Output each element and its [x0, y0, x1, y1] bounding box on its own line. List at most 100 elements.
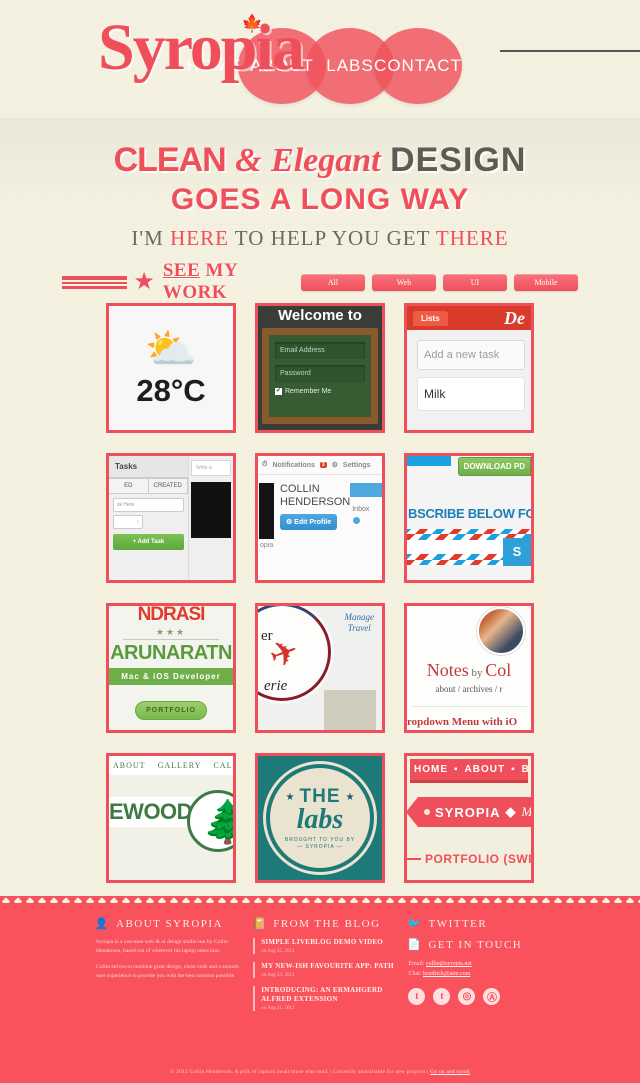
portfolio-item-tag[interactable]: HOME ▪ ABOUT ▪ BLO SYROPIA ◆ M PORTFOLIO… [404, 753, 534, 883]
labs-word: labs [296, 804, 344, 835]
portfolio-item-newsletter[interactable]: DOWNLOAD PD BSCRIBE BELOW FOR NEW S [404, 453, 534, 583]
footer-email-label: Email: [408, 961, 425, 967]
profile-topbar: ⏱ Notifications 3 ⚙ Settings [258, 456, 382, 475]
hero-im: I'M [131, 226, 171, 250]
site-header: HOME ABOUT LABS CONTACT Syropia 🍁 [0, 0, 640, 118]
portfolio-item-dev[interactable]: NDRASI ★★★ ARUNARATN Mac & iOS Developer… [106, 603, 236, 733]
blog-post-item[interactable]: SIMPLE LIVEBLOG DEMO VIDEO on Aug 25, 20… [253, 938, 396, 954]
pine-tree-icon: 🌲 [202, 797, 233, 847]
footer-getintouch-heading: 📄 GET IN TOUCH [407, 938, 544, 952]
work-title: SEE MY WORK [163, 260, 301, 304]
hero-line-2: GOES A LONG WAY [170, 183, 470, 216]
newsletter-submit-button: S [503, 538, 531, 566]
stripe-decoration [62, 275, 128, 289]
travel-manage-line1: Manage [344, 612, 375, 622]
profile-name-first: COLLIN [279, 483, 320, 495]
contact-card-icon: 📄 [407, 939, 423, 951]
blog-post-item[interactable]: MY NEW-ISH FAVOURITE APP: PATH on Aug 23… [253, 962, 396, 978]
portfolio-grid: ⛅ 28°C Welcome to Email Address Password… [0, 301, 640, 883]
dev-name-top: NDRASI [137, 604, 206, 625]
hero-amp: & [235, 142, 262, 179]
twitter-icon[interactable]: t [408, 988, 426, 1005]
notes-title-word: Notes [426, 660, 469, 680]
site-footer: 👤 ABOUT SYROPIA Syropia is a one-man web… [0, 896, 640, 1083]
footer-blog-heading: 📔 FROM THE BLOG [252, 917, 396, 931]
login-welcome-text: Welcome to [278, 307, 362, 324]
footer-blog-title: FROM THE BLOG [273, 917, 381, 930]
newsletter-blue-tab [407, 456, 451, 466]
password-field: Password [275, 365, 365, 382]
filter-mobile[interactable]: Mobile [514, 273, 578, 291]
dev-portfolio-button: PORTFOLIO [135, 701, 207, 720]
labs-brand: — SYROPIA — [297, 844, 343, 850]
work-title-see: SEE [162, 260, 201, 281]
tasks-note: Write a [191, 460, 231, 476]
sun-cloud-icon: ⛅ [144, 325, 198, 372]
filter-web[interactable]: Web [372, 273, 436, 291]
portfolio-item-todo[interactable]: Lists De Add a new task Milk [404, 303, 534, 433]
portfolio-item-profile[interactable]: ⏱ Notifications 3 ⚙ Settings COLLIN HEND… [255, 453, 385, 583]
star-icon: ★ [133, 268, 155, 295]
wood-menu: ABOUT GALLERY CALEND [109, 756, 233, 775]
footer-columns: 👤 ABOUT SYROPIA Syropia is a one-man web… [95, 917, 544, 1019]
wood-name: EWOOD [109, 799, 193, 824]
dribbble-icon[interactable]: ◎ [458, 988, 476, 1005]
footer-chat-line: Chat: kendrick@aim.com [408, 969, 544, 979]
nav-label-contact: CONTACT [374, 56, 462, 75]
tumblr-icon[interactable]: t [433, 988, 451, 1005]
portfolio-item-tasks[interactable]: Tasks ED CREATED sk Here ↕ + Add Task Wr… [106, 453, 236, 583]
newsletter-airmail-input: S [407, 529, 531, 566]
blog-post-title: MY NEW-ISH FAVOURITE APP: PATH [261, 962, 394, 970]
tag-portfolio-row: PORTFOLIO (SWIPE T [407, 852, 531, 866]
footer-about-para-2: Collin strives to combine great design, … [96, 964, 239, 979]
nav-item-contact[interactable]: CONTACT [374, 28, 462, 104]
dev-name-big: ARUNARATN [110, 642, 232, 664]
tag-script-text: M [521, 804, 533, 819]
filter-ui[interactable]: UI [443, 273, 507, 291]
notifications-label: Notifications [272, 461, 315, 469]
work-bar: ★ SEE MY WORK All Web UI Mobile [0, 260, 640, 304]
footer-twitter-heading: 🐦 TWITTER [407, 917, 544, 931]
header-rule [500, 50, 640, 52]
portfolio-filters: All Web UI Mobile [301, 273, 578, 291]
filter-all[interactable]: All [301, 273, 365, 291]
travel-word-2: erie [264, 678, 288, 694]
footer-twitter-title: TWITTER [428, 917, 488, 930]
labs-disc: ★ THE ★ labs BROUGHT TO YOU BY — SYROPIA… [266, 764, 374, 872]
tasks-seg-ed: ED [109, 478, 149, 494]
site-logo[interactable]: Syropia 🍁 [98, 10, 305, 86]
footer-blog-column: 📔 FROM THE BLOG SIMPLE LIVEBLOG DEMO VID… [252, 917, 396, 1019]
newsletter-headline: BSCRIBE BELOW FOR NEW [408, 506, 531, 521]
portfolio-item-labs[interactable]: ★ THE ★ labs BROUGHT TO YOU BY — SYROPIA… [255, 753, 385, 883]
portfolio-item-notes[interactable]: Notes by Col about / archives / r ropdow… [404, 603, 534, 733]
footer-about-para-1: Syropia is a one-man web & ui design stu… [96, 939, 228, 954]
tag-row: SYROPIA ◆ M [407, 797, 531, 827]
portfolio-item-weather[interactable]: ⛅ 28°C [106, 303, 236, 433]
hero-clean: CLEAN [113, 141, 227, 179]
scroll-link[interactable]: Go on and scroll [430, 1069, 470, 1075]
remember-me-label: Remember Me [285, 388, 332, 395]
portfolio-item-travel[interactable]: er ✈ erie Manage Travel [255, 603, 385, 733]
profile-footer: opia [260, 542, 274, 549]
appnet-icon[interactable]: Ⓐ [483, 988, 501, 1005]
notes-divider [411, 706, 527, 707]
todo-topbar: Lists De [407, 306, 531, 330]
dev-stars-icon: ★★★ [155, 627, 187, 637]
tasks-right-pane: Write a [189, 456, 233, 580]
portfolio-item-login[interactable]: Welcome to Email Address Password ✔ Reme… [255, 303, 385, 433]
travel-manage-line2: Travel [347, 623, 371, 633]
blog-post-item[interactable]: INTRODUCING: AN ERMAHGERD ALFRED EXTENSI… [253, 986, 396, 1011]
wood-menu-gallery: GALLERY [157, 761, 202, 770]
tag-menu-blog: BLO [521, 764, 531, 775]
blog-post-date: on Aug 21, 2012 [261, 1006, 295, 1011]
book-icon: 📔 [252, 918, 268, 930]
portfolio-item-wood[interactable]: ABOUT GALLERY CALEND EWOOD 🌲 [106, 753, 236, 883]
download-pdf-button: DOWNLOAD PD [457, 457, 531, 476]
twitter-bird-icon: 🐦 [407, 918, 423, 930]
footer-email-link[interactable]: collin@syropia.net [426, 961, 472, 967]
footer-chat-link[interactable]: kendrick@aim.com [423, 971, 470, 977]
zigzag-divider [0, 896, 640, 905]
hero-line-3: I'M HERE TO HELP YOU GET THERE [0, 226, 640, 251]
tag-menu-about: ABOUT [464, 764, 506, 775]
maple-leaf-icon: 🍁 [241, 14, 263, 33]
